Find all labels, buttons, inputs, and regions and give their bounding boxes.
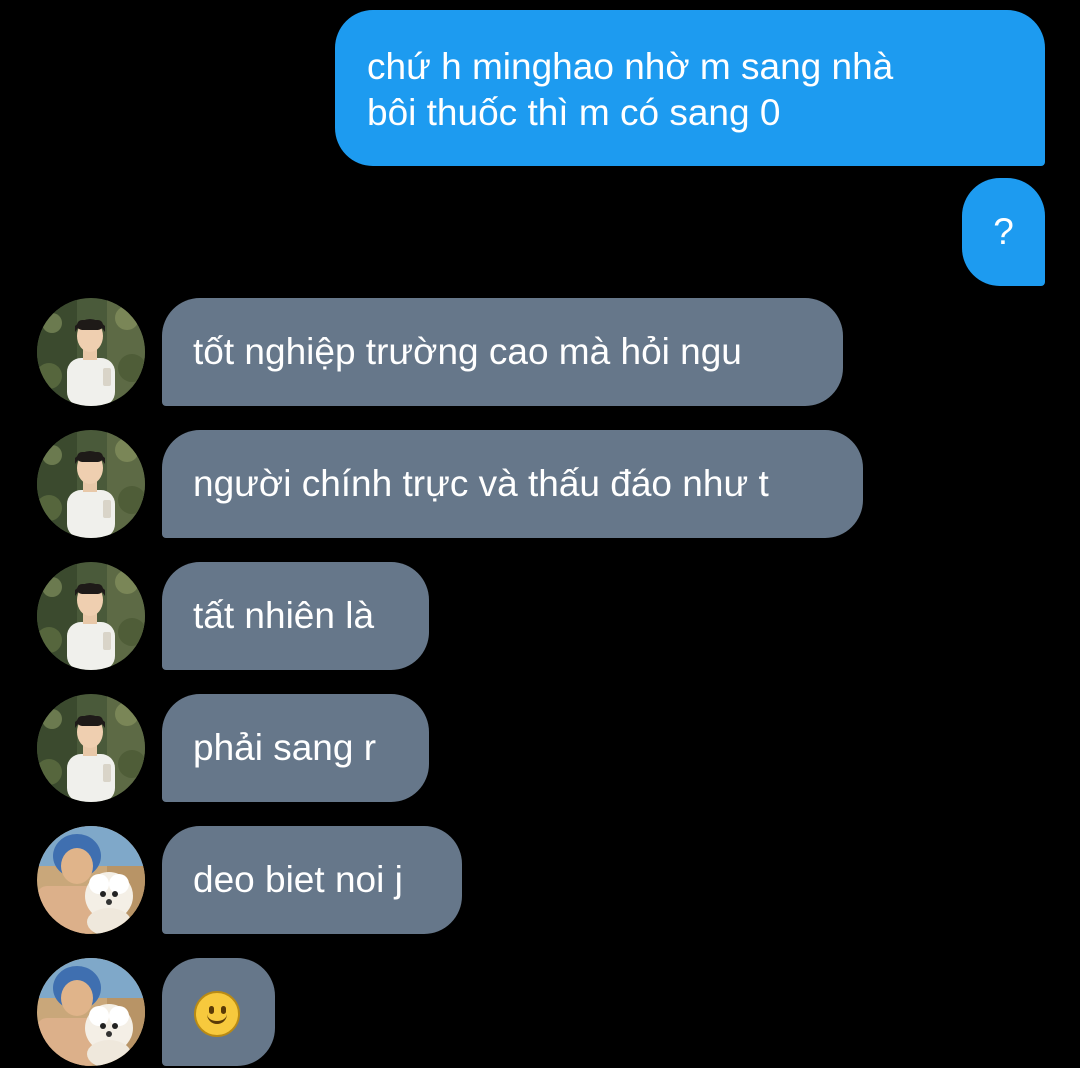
slightly-smiling-face-icon	[194, 991, 240, 1038]
sender-avatar[interactable]	[37, 430, 145, 538]
message-text: deo biet noi j	[193, 859, 403, 900]
chat-screen: { "conversation": { "messages": [ {"dire…	[0, 0, 1080, 1068]
sender-avatar[interactable]	[37, 694, 145, 802]
sender-avatar[interactable]	[37, 958, 145, 1066]
incoming-message[interactable]: phải sang r	[162, 694, 429, 802]
incoming-message[interactable]: deo biet noi j	[162, 826, 462, 934]
incoming-message[interactable]: tốt nghiệp trường cao mà hỏi ngu	[162, 298, 843, 406]
message-text-line: bôi thuốc thì m có sang 0	[367, 92, 781, 133]
incoming-message[interactable]: người chính trực và thấu đáo như t	[162, 430, 863, 538]
message-text: tốt nghiệp trường cao mà hỏi ngu	[193, 331, 742, 372]
sender-avatar[interactable]	[37, 562, 145, 670]
outgoing-message[interactable]: chứ h minghao nhờ m sang nhà bôi thuốc t…	[335, 10, 1045, 166]
incoming-message[interactable]: tất nhiên là	[162, 562, 429, 670]
message-text-line: chứ h minghao nhờ m sang nhà	[367, 46, 894, 87]
message-text: ?	[993, 211, 1014, 252]
outgoing-message[interactable]: ?	[962, 178, 1045, 286]
message-text: tất nhiên là	[193, 595, 375, 636]
sender-avatar[interactable]	[37, 826, 145, 934]
message-text: người chính trực và thấu đáo như t	[193, 463, 769, 504]
sender-avatar[interactable]	[37, 298, 145, 406]
message-text: phải sang r	[193, 727, 377, 768]
incoming-message[interactable]	[162, 958, 275, 1066]
